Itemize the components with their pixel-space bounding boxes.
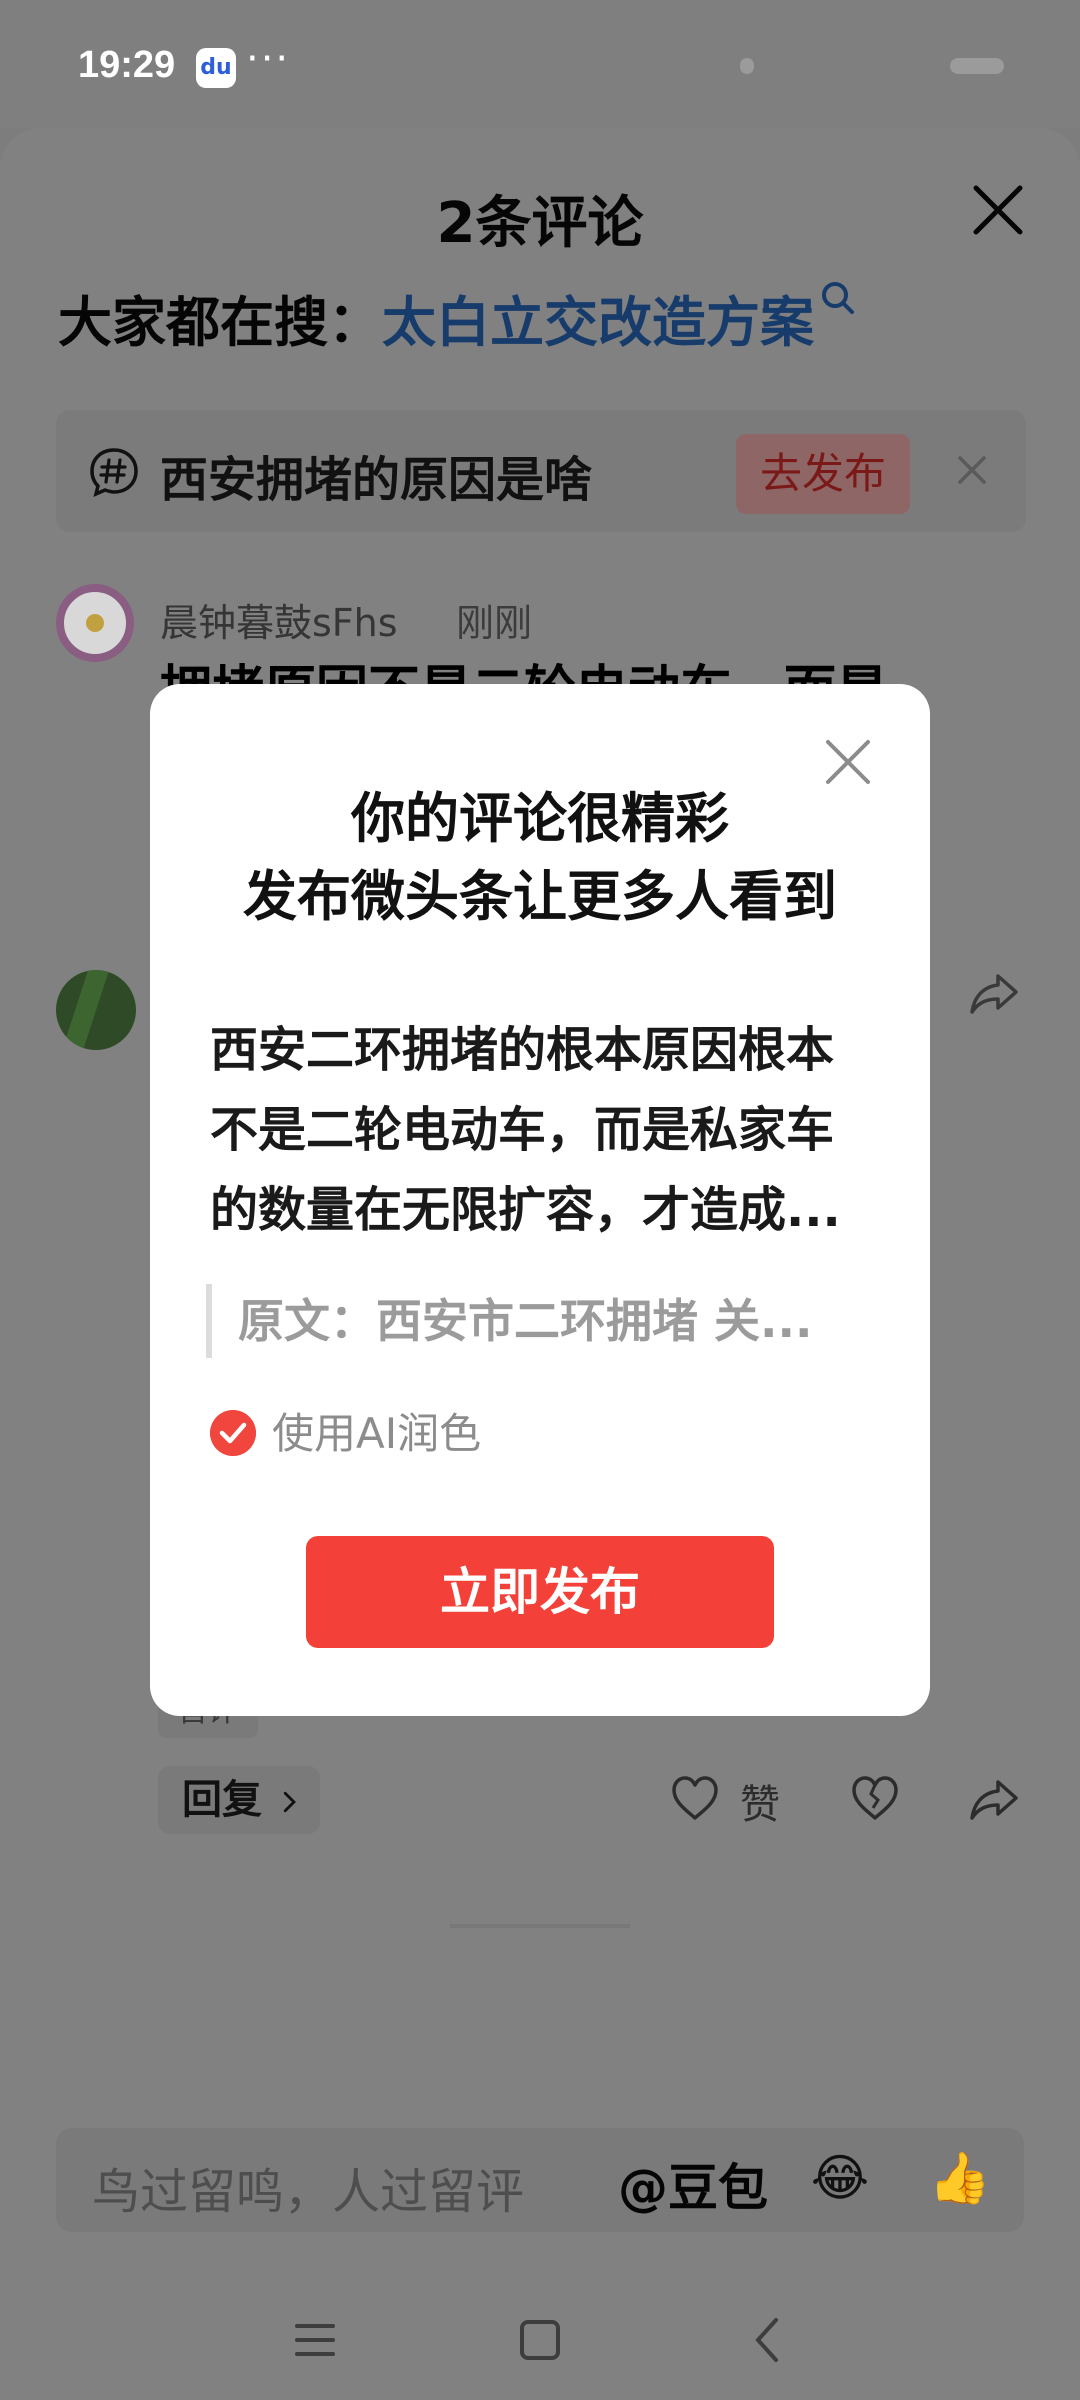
reply-button[interactable]: 回复 (158, 1766, 320, 1834)
mention-doubao-button[interactable]: @豆包 (618, 2148, 768, 2220)
search-icon (822, 282, 854, 314)
baidu-app-icon: du (196, 48, 236, 88)
comment-preview-line: 不是二轮电动车，而是私家车 (210, 1102, 835, 1158)
more-notifications-icon: ··· (246, 36, 291, 82)
signal-icon (740, 58, 754, 74)
dialog-title-line: 发布微头条让更多人看到 (243, 865, 837, 928)
system-nav-bar (0, 2270, 1080, 2400)
close-icon[interactable] (966, 178, 1030, 242)
trending-search-prefix: 大家都在搜： (58, 291, 382, 354)
topic-text: 西安拥堵的原因是啥 (160, 452, 593, 508)
comment-input-placeholder: 鸟过留鸣，人过留评 (92, 2164, 525, 2220)
share-icon[interactable] (968, 1772, 1022, 1826)
list-end-divider (450, 1924, 630, 1928)
hashtag-icon (90, 448, 138, 498)
comment-preview-line: 西安二环拥堵的根本原因根本 (210, 1022, 835, 1078)
original-post-quote: 原文：西安市二环拥堵 关... (206, 1284, 876, 1358)
back-icon[interactable] (738, 2310, 798, 2370)
reply-label: 回复 (182, 1777, 262, 1823)
avatar-face-icon (86, 614, 104, 632)
status-time: 19:29 (78, 44, 176, 86)
trending-search[interactable]: 大家都在搜：太白立交改造方案 (58, 278, 858, 357)
checkmark-icon[interactable] (210, 1410, 256, 1456)
dialog-title-line: 你的评论很精彩 (351, 787, 729, 850)
thumbs-up-icon[interactable]: 👍 (928, 2146, 992, 2210)
status-bar: 19:29 du ··· (0, 0, 1080, 128)
dialog-title: 你的评论很精彩 发布微头条让更多人看到 (150, 780, 930, 936)
broken-heart-icon[interactable] (848, 1772, 902, 1826)
trending-search-term[interactable]: 太白立交改造方案 (382, 291, 814, 354)
comment-preview-line: 的数量在无限扩容，才造成... (210, 1182, 841, 1238)
sheet-title: 2条评论 (436, 191, 644, 256)
chevron-right-icon (283, 1791, 296, 1813)
menu-icon[interactable] (285, 2310, 345, 2370)
topic-banner[interactable]: 西安拥堵的原因是啥 去发布 (56, 410, 1026, 532)
like-label[interactable]: 赞 (740, 1772, 780, 1830)
avatar[interactable] (56, 584, 134, 662)
ai-polish-label[interactable]: 使用AI润色 (272, 1406, 481, 1462)
heart-icon[interactable] (668, 1772, 722, 1826)
avatar[interactable] (56, 970, 136, 1050)
laughing-face-icon[interactable]: 😂 (808, 2146, 872, 2210)
share-icon[interactable] (966, 964, 1024, 1022)
publish-now-button[interactable]: 立即发布 (306, 1536, 774, 1648)
comment-time: 刚刚 (456, 601, 533, 645)
comment-input[interactable]: 鸟过留鸣，人过留评 @豆包 😂 👍 (56, 2128, 1024, 2232)
comment-preview: 西安二环拥堵的根本原因根本 不是二轮电动车，而是私家车 的数量在无限扩容，才造成… (210, 1010, 880, 1250)
comment-username[interactable]: 晨钟暮鼓sFhs (160, 592, 398, 647)
publish-prompt-dialog: 你的评论很精彩 发布微头条让更多人看到 西安二环拥堵的根本原因根本 不是二轮电动… (150, 684, 930, 1716)
dismiss-icon[interactable] (952, 450, 992, 490)
topic-publish-button[interactable]: 去发布 (736, 434, 910, 514)
home-icon[interactable] (510, 2310, 570, 2370)
battery-icon (950, 58, 1004, 74)
